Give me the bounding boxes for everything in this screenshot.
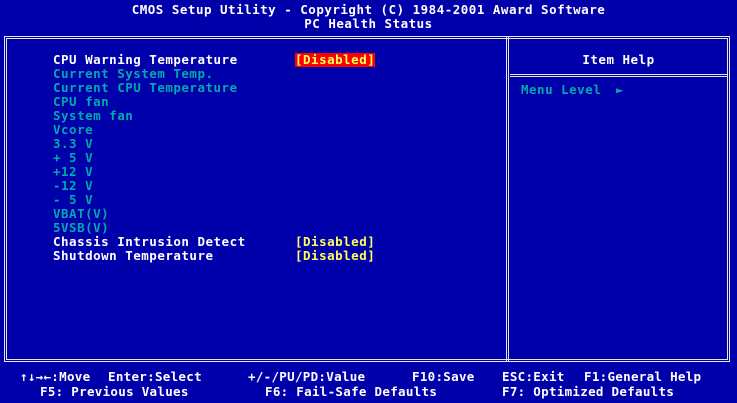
page-title: PC Health Status — [304, 16, 433, 31]
key-optimized-hint: F7: Optimized Defaults — [502, 384, 675, 399]
setting-cpu-warning-temperature-value[interactable]: [Disabled] — [295, 53, 376, 67]
panel-divider — [506, 36, 509, 362]
info-minus-12v: -12 V — [53, 178, 94, 193]
info-current-system-temp: Current System Temp. — [53, 66, 214, 81]
info-3-3v: 3.3 V — [53, 136, 94, 151]
key-select-hint: Enter:Select — [108, 369, 202, 384]
info-5vsb: 5VSB(V) — [53, 220, 110, 235]
key-save-hint: F10:Save — [412, 369, 475, 384]
menu-level-arrow-icon: ► — [616, 82, 624, 97]
bios-header: CMOS Setup Utility - Copyright (C) 1984-… — [0, 0, 737, 36]
info-plus-12v: +12 V — [53, 164, 94, 179]
info-current-cpu-temperature: Current CPU Temperature — [53, 80, 238, 95]
help-divider — [510, 74, 727, 77]
setting-chassis-intrusion-detect[interactable]: Chassis Intrusion Detect — [53, 235, 246, 249]
menu-level-label: Menu Level — [521, 82, 602, 97]
info-system-fan: System fan — [53, 108, 134, 123]
setting-cpu-warning-temperature[interactable]: CPU Warning Temperature — [53, 53, 238, 67]
key-move-hint: ↑↓→←:Move — [20, 369, 91, 384]
info-cpu-fan: CPU fan — [53, 94, 110, 109]
info-vbat: VBAT(V) — [53, 206, 110, 221]
key-previous-values-hint: F5: Previous Values — [40, 384, 189, 399]
setting-shutdown-temperature-value[interactable]: [Disabled] — [295, 249, 375, 263]
key-help-footer: ↑↓→←:Move Enter:Select +/-/PU/PD:Value F… — [0, 366, 737, 403]
key-exit-hint: ESC:Exit — [502, 369, 565, 384]
info-plus-5v: + 5 V — [53, 150, 94, 165]
setting-shutdown-temperature[interactable]: Shutdown Temperature — [53, 249, 214, 263]
setting-chassis-intrusion-detect-value[interactable]: [Disabled] — [295, 235, 375, 249]
key-value-hint: +/-/PU/PD:Value — [248, 369, 366, 384]
info-vcore: Vcore — [53, 122, 94, 137]
item-help-title: Item Help — [582, 52, 655, 67]
key-general-help-hint: F1:General Help — [584, 369, 702, 384]
key-fail-safe-hint: F6: Fail-Safe Defaults — [265, 384, 438, 399]
bios-title: CMOS Setup Utility - Copyright (C) 1984-… — [131, 2, 606, 17]
info-minus-5v: - 5 V — [53, 192, 94, 207]
